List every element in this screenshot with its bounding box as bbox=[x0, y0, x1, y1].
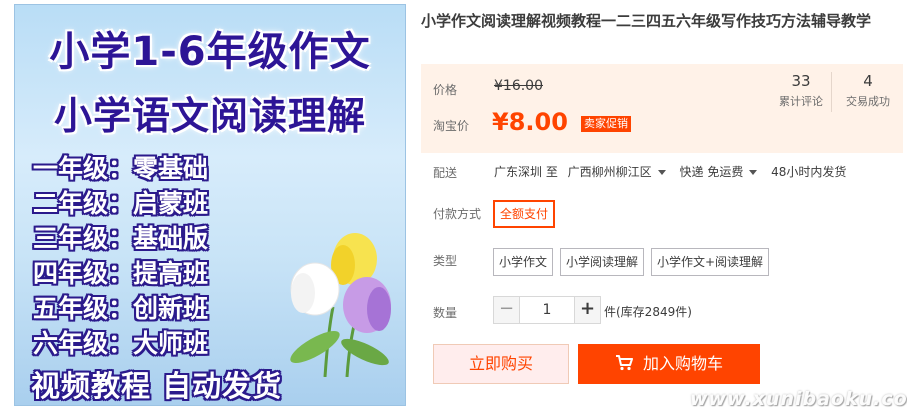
quantity-stepper: − 1 + bbox=[493, 296, 601, 324]
image-title-line-1: 小学1-6年级作文 bbox=[49, 29, 371, 75]
dispatch-time: 48小时内发货 bbox=[771, 165, 847, 179]
type-option-writing-reading[interactable]: 小学作文+阅读理解 bbox=[651, 248, 770, 276]
payment-label: 付款方式 bbox=[433, 207, 482, 221]
chevron-down-icon bbox=[749, 169, 758, 175]
product-title: 小学作文阅读理解视频教程一二三四五六年级写作技巧方法辅导教学 bbox=[421, 12, 872, 30]
sales-stat: 4 交易成功 bbox=[835, 72, 901, 111]
delivery-row: 广东深圳 至 广西柳州柳江区 快递 免运费 48小时内发货 bbox=[494, 163, 846, 180]
product-image[interactable]: 小学1-6年级作文 小学语文阅读理解 一年级：零基础 二年级：启蒙班 三年级：基… bbox=[14, 4, 406, 406]
buy-now-button[interactable]: 立即购买 bbox=[433, 344, 569, 384]
add-to-cart-label: 加入购物车 bbox=[642, 354, 723, 373]
quantity-minus-button[interactable]: − bbox=[493, 296, 520, 324]
type-label: 类型 bbox=[433, 254, 458, 268]
reviews-label: 累计评论 bbox=[779, 95, 823, 108]
delivery-label: 配送 bbox=[433, 166, 458, 180]
promo-price-label: 淘宝价 bbox=[433, 119, 470, 133]
shopping-cart-icon bbox=[615, 355, 633, 371]
image-grade-line: 三年级：基础版 bbox=[33, 224, 209, 253]
payment-option-full[interactable]: 全额支付 bbox=[493, 200, 556, 228]
image-grade-line: 四年级：提高班 bbox=[33, 259, 209, 288]
stat-divider bbox=[831, 72, 832, 112]
shipping-method: 快递 免运费 bbox=[679, 165, 744, 179]
price-box: 价格 ¥16.00 淘宝价 ¥8.00 卖家促销 33 累计评论 4 交易成功 bbox=[421, 64, 903, 153]
image-footer-text: 视频教程 自动发货 bbox=[31, 369, 283, 403]
image-grade-list: 一年级：零基础 二年级：启蒙班 三年级：基础版 四年级：提高班 五年级：创新班 … bbox=[33, 151, 208, 361]
delivery-from: 广东深圳 至 bbox=[494, 165, 558, 179]
type-option-reading[interactable]: 小学阅读理解 bbox=[560, 248, 645, 276]
shipping-method-select[interactable]: 快递 免运费 bbox=[680, 165, 768, 179]
image-grade-line: 一年级：零基础 bbox=[33, 154, 209, 183]
original-price: ¥16.00 bbox=[494, 78, 543, 94]
image-title-line-2: 小学语文阅读理解 bbox=[53, 94, 366, 138]
image-grade-line: 六年级：大师班 bbox=[33, 329, 209, 358]
sales-label: 交易成功 bbox=[846, 95, 890, 108]
type-option-writing[interactable]: 小学作文 bbox=[493, 248, 554, 276]
flower-illustration bbox=[290, 233, 391, 377]
sales-count: 4 bbox=[863, 72, 873, 90]
add-to-cart-button[interactable]: 加入购物车 bbox=[578, 344, 760, 384]
reviews-stat[interactable]: 33 累计评论 bbox=[768, 72, 834, 111]
reviews-count: 33 bbox=[791, 72, 811, 90]
quantity-plus-button[interactable]: + bbox=[574, 296, 601, 324]
quantity-input[interactable]: 1 bbox=[520, 296, 574, 324]
original-price-label: 价格 bbox=[433, 83, 458, 97]
image-grade-line: 二年级：启蒙班 bbox=[33, 189, 209, 218]
image-grade-line: 五年级：创新班 bbox=[33, 294, 209, 323]
chevron-down-icon bbox=[657, 169, 666, 175]
delivery-destination-select[interactable]: 广西柳州柳江区 bbox=[568, 165, 676, 179]
promo-badge: 卖家促销 bbox=[581, 116, 631, 132]
watermark: www.xunibaoku.com bbox=[690, 388, 907, 410]
promo-price: ¥8.00 bbox=[492, 108, 568, 136]
stock-text: 件(库存2849件) bbox=[604, 305, 692, 319]
quantity-label: 数量 bbox=[433, 306, 458, 320]
delivery-destination: 广西柳州柳江区 bbox=[567, 165, 652, 179]
